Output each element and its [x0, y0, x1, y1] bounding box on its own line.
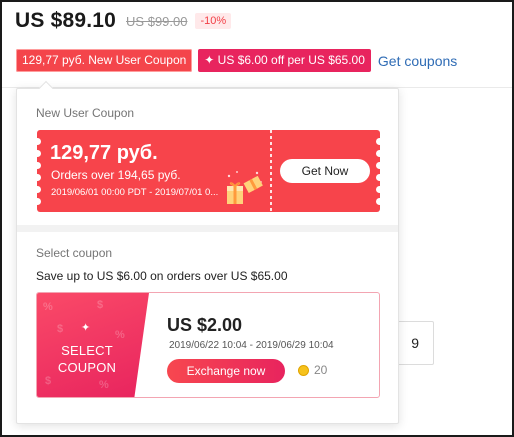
select-coupon-badge[interactable]: % $ $ % $ % ✦ SELECT COUPON	[37, 293, 149, 397]
new-user-coupon-tag[interactable]: 129,77 руб. New User Coupon	[16, 49, 193, 72]
new-user-coupon-card: 129,77 руб. Orders over 194,65 руб. 2019…	[37, 130, 380, 212]
select-coupon-label-line1: SELECT	[61, 343, 113, 358]
new-user-coupon-info: 129,77 руб. Orders over 194,65 руб. 2019…	[37, 130, 270, 212]
select-coupon-card: % $ $ % $ % ✦ SELECT COUPON US $2.00 201…	[36, 292, 380, 398]
coupon-edge-notch	[376, 162, 380, 169]
select-coupon-label: SELECT COUPON	[37, 342, 137, 376]
save-description: Save up to US $6.00 on orders over US $6…	[36, 269, 288, 283]
popover-arrow	[38, 80, 54, 96]
select-coupon-label-line2: COUPON	[57, 360, 117, 375]
coupon-edge-notch	[376, 174, 380, 181]
section-separator	[17, 225, 398, 232]
select-coupon-validity: 2019/06/22 10:04 - 2019/06/29 10:04	[169, 340, 334, 351]
coin-icon	[298, 365, 309, 376]
decor-glyph: $	[45, 375, 52, 387]
original-price: US $99.00	[126, 13, 188, 29]
decor-glyph: %	[115, 329, 125, 341]
new-user-coupon-validity: 2019/06/01 00:00 PDT - 2019/07/01 0...	[51, 187, 219, 198]
new-user-coupon-amount: 129,77 руб.	[50, 142, 158, 164]
exchange-now-button[interactable]: Exchange now	[167, 359, 285, 383]
discount-badge: -10%	[195, 13, 232, 29]
coupon-edge-notch	[376, 150, 380, 157]
select-coupon-amount: US $2.00	[167, 315, 243, 335]
gift-icon	[227, 171, 263, 204]
coupon-popover: New User Coupon 129,77 руб. Orders over …	[16, 80, 399, 424]
quantity-value: 9	[411, 335, 419, 351]
star-icon: ✦	[81, 322, 91, 334]
new-user-coupon-action: Get Now	[272, 130, 380, 212]
new-user-coupon-min-order: Orders over 194,65 руб.	[51, 168, 181, 182]
coupon-edge-notch	[376, 198, 380, 205]
coupon-tags-row: 129,77 руб. New User Coupon ✦ US $6.00 o…	[16, 49, 457, 72]
store-coupon-tag[interactable]: ✦ US $6.00 off per US $65.00	[198, 49, 371, 72]
get-now-button[interactable]: Get Now	[280, 159, 370, 183]
decor-glyph: $	[57, 323, 64, 335]
decor-glyph: $	[97, 299, 104, 311]
coupon-edge-notch	[376, 186, 380, 193]
coupon-edge-notch	[376, 138, 380, 145]
new-user-section-title: New User Coupon	[36, 106, 135, 120]
coin-cost: 20	[314, 363, 328, 377]
decor-glyph: %	[43, 301, 53, 313]
get-coupons-link[interactable]: Get coupons	[378, 53, 457, 69]
price-row: US $89.10 US $99.00 -10%	[15, 9, 232, 33]
decor-glyph: %	[99, 379, 109, 391]
select-section-title: Select coupon	[36, 246, 113, 260]
current-price: US $89.10	[15, 9, 117, 32]
